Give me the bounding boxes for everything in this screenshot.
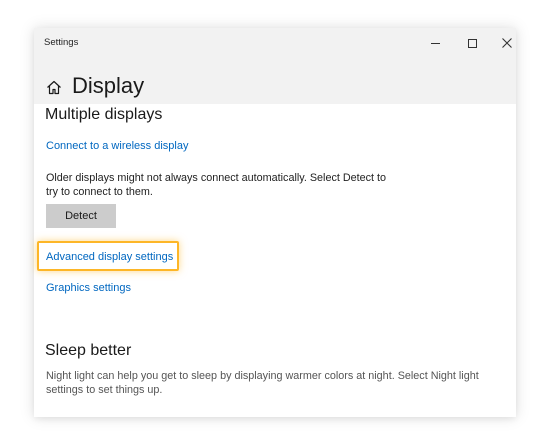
minimize-button[interactable] [418,28,452,58]
connect-wireless-display-link[interactable]: Connect to a wireless display [46,140,188,152]
graphics-settings-link[interactable]: Graphics settings [46,282,131,294]
multiple-displays-description-line2: try to connect to them. [46,186,153,198]
home-icon [47,80,61,95]
multiple-displays-description-line1: Older displays might not always connect … [46,172,387,184]
settings-window: Settings Display Multiple displays Conne… [34,28,516,417]
close-icon [502,38,512,48]
maximize-button[interactable] [455,28,489,58]
minimize-icon [430,43,440,44]
page-title: Display [72,73,145,98]
sleep-better-description-line1: Night light can help you get to sleep by… [46,370,479,382]
app-title: Settings [44,37,79,48]
maximize-icon [467,38,477,48]
detect-button[interactable]: Detect [46,204,116,228]
title-bar[interactable]: Settings [34,28,516,58]
close-button[interactable] [490,28,516,58]
page-header: Display [34,58,516,104]
advanced-display-settings-link[interactable]: Advanced display settings [46,251,173,263]
multiple-displays-heading: Multiple displays [45,106,163,123]
sleep-better-heading: Sleep better [45,342,132,359]
sleep-better-description-line2: settings to set things up. [46,384,163,396]
